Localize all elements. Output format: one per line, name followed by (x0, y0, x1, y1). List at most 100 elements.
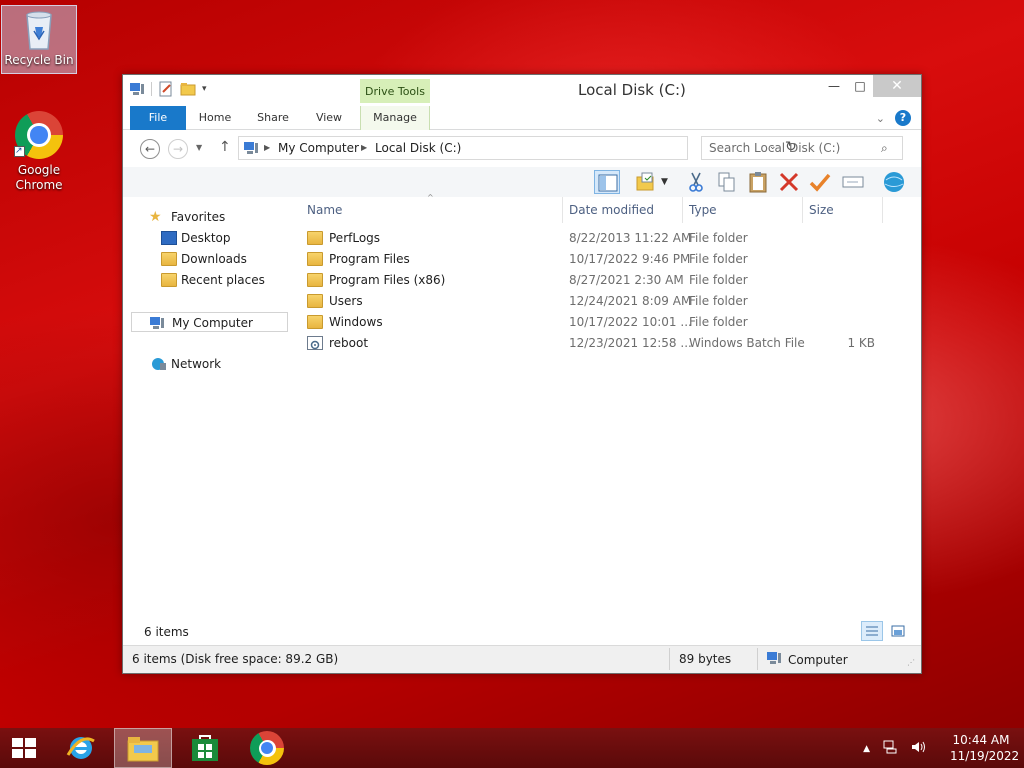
network-status-icon[interactable] (882, 740, 898, 757)
folder-options-chevron-icon[interactable]: ▼ (661, 170, 673, 194)
tab-view[interactable]: View (309, 106, 349, 130)
details-view-icon[interactable] (861, 621, 883, 641)
nav-downloads-label: Downloads (181, 252, 247, 266)
start-button[interactable] (0, 728, 48, 768)
minimize-button[interactable]: — (821, 75, 847, 97)
file-type: File folder (689, 294, 748, 308)
breadcrumb-my-computer[interactable]: My Computer (278, 141, 359, 155)
nav-desktop-label: Desktop (181, 231, 231, 245)
file-row[interactable]: Users 12/24/2021 8:09 AM File folder (293, 291, 913, 312)
item-count: 6 items (144, 625, 189, 639)
column-divider[interactable] (882, 197, 883, 223)
file-row[interactable]: Windows 10/17/2022 10:01 ... File folder (293, 312, 913, 333)
search-icon[interactable]: ⌕ (881, 141, 888, 156)
column-header-name[interactable]: Name (307, 203, 342, 217)
nav-my-computer[interactable]: My Computer (131, 312, 288, 332)
maximize-button[interactable]: □ (847, 75, 873, 97)
status-summary: 6 items (Disk free space: 89.2 GB) (132, 652, 339, 666)
customize-qat-chevron-icon[interactable]: ▾ (202, 81, 218, 97)
nav-desktop[interactable]: Desktop (123, 228, 293, 248)
file-row[interactable]: Program Files 10/17/2022 9:46 PM File fo… (293, 249, 913, 270)
column-divider[interactable] (682, 197, 683, 223)
nav-recent-places[interactable]: Recent places (123, 270, 293, 290)
taskbar-internet-explorer[interactable] (52, 728, 110, 768)
file-date: 10/17/2022 9:46 PM (569, 252, 691, 266)
column-header-size[interactable]: Size (809, 203, 834, 217)
nav-downloads[interactable]: Downloads (123, 249, 293, 269)
resize-grip-icon[interactable]: ⋰ (907, 658, 915, 667)
ribbon-right-controls: ⌄ ? (876, 110, 911, 126)
expand-ribbon-chevron-icon[interactable]: ⌄ (876, 112, 885, 125)
tray-icons: ▲ (863, 740, 926, 757)
recent-places-icon (161, 273, 177, 287)
file-row[interactable]: Program Files (x86) 8/27/2021 2:30 AM Fi… (293, 270, 913, 291)
address-bar[interactable]: ▶ My Computer ▶ Local Disk (C:) ⌄ ↻ (238, 136, 797, 160)
up-button[interactable]: ↑ (219, 139, 231, 155)
large-icons-view-icon[interactable] (887, 621, 909, 641)
status-divider (757, 648, 758, 670)
close-button[interactable]: ✕ (873, 75, 921, 97)
file-type: File folder (689, 315, 748, 329)
window-title: Local Disk (C:) (578, 81, 686, 99)
paste-icon[interactable] (745, 170, 771, 194)
column-header-type[interactable]: Type (689, 203, 717, 217)
folder-options-icon[interactable] (634, 170, 660, 194)
breadcrumb-separator-icon[interactable]: ▶ (264, 143, 270, 152)
rename-icon[interactable] (840, 170, 866, 194)
volume-icon[interactable] (910, 740, 926, 757)
details-footer: 6 items (123, 619, 921, 645)
taskbar-chrome[interactable] (238, 728, 296, 768)
back-button[interactable]: ← (140, 139, 160, 159)
tab-home[interactable]: Home (193, 106, 237, 130)
file-row[interactable]: reboot 12/23/2021 12:58 ... Windows Batc… (293, 333, 913, 354)
folder-icon (307, 315, 323, 329)
search-input[interactable]: Search Local Disk (C:) (701, 136, 903, 160)
folder-icon (307, 294, 323, 308)
folder-icon (307, 252, 323, 266)
column-header-date-modified[interactable]: Date modified (569, 203, 654, 217)
column-divider[interactable] (562, 197, 563, 223)
copy-icon[interactable] (714, 170, 740, 194)
file-date: 10/17/2022 10:01 ... (569, 315, 692, 329)
show-hidden-icons-chevron-icon[interactable]: ▲ (863, 744, 870, 754)
file-name: PerfLogs (329, 231, 381, 245)
forward-button[interactable]: → (168, 139, 188, 159)
tab-file[interactable]: File (130, 106, 186, 130)
google-chrome-desktop-icon[interactable]: Google Chrome (1, 108, 77, 193)
tab-share[interactable]: Share (251, 106, 295, 130)
column-divider[interactable] (802, 197, 803, 223)
help-icon[interactable]: ? (895, 110, 911, 126)
recycle-bin-desktop-icon[interactable]: Recycle Bin (1, 5, 77, 74)
nav-favorites[interactable]: ★ Favorites (123, 207, 293, 227)
cut-icon[interactable] (683, 170, 709, 194)
preview-pane-icon[interactable] (594, 170, 620, 194)
folder-icon (307, 231, 323, 245)
clock[interactable]: 10:44 AM 11/19/2022 (950, 732, 1019, 764)
nav-network[interactable]: Network (123, 354, 293, 374)
tab-manage[interactable]: Manage (360, 106, 430, 130)
file-row[interactable]: PerfLogs 8/22/2013 11:22 AM File folder (293, 228, 913, 249)
delete-icon[interactable] (776, 170, 802, 194)
network-icon (151, 357, 167, 371)
store-icon (192, 735, 218, 761)
globe-icon[interactable] (881, 170, 907, 194)
new-folder-icon[interactable] (180, 81, 196, 97)
file-type: File folder (689, 273, 748, 287)
computer-icon (129, 81, 145, 97)
properties-icon[interactable] (158, 81, 174, 97)
file-explorer-window: ▾ Drive Tools Local Disk (C:) — □ ✕ File… (122, 74, 922, 674)
shortcut-arrow-icon: ↗ (14, 146, 25, 157)
status-divider (669, 648, 670, 670)
breadcrumb-separator-icon[interactable]: ▶ (361, 143, 367, 152)
nav-my-computer-label: My Computer (172, 316, 253, 330)
checkmark-icon[interactable] (807, 170, 833, 194)
file-name: Windows (329, 315, 383, 329)
chrome-icon (250, 731, 284, 765)
title-bar[interactable]: ▾ Drive Tools Local Disk (C:) — □ ✕ (123, 75, 921, 106)
recent-locations-chevron-icon[interactable]: ▼ (196, 143, 202, 152)
taskbar-file-explorer[interactable] (114, 728, 172, 768)
navigation-bar: ← → ▼ ↑ ▶ My Computer ▶ Local Disk (C:) … (123, 131, 921, 167)
taskbar-store[interactable] (176, 728, 234, 768)
breadcrumb-local-disk[interactable]: Local Disk (C:) (375, 141, 461, 155)
command-toolbar: ▼ (123, 167, 921, 197)
